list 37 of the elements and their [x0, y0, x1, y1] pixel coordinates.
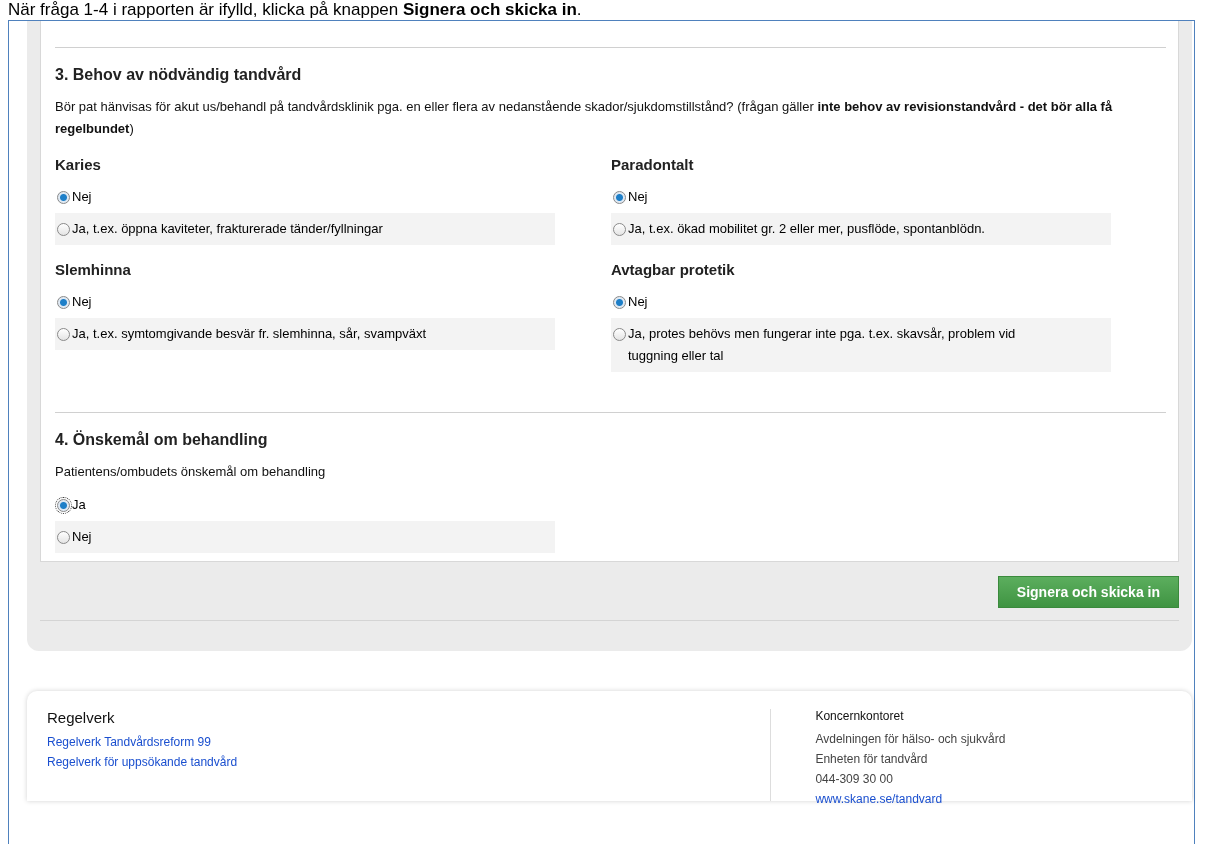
- radio-button[interactable]: [57, 328, 70, 341]
- radio-option[interactable]: Ja: [55, 489, 555, 521]
- radio-option[interactable]: Nej: [55, 521, 555, 553]
- footer-heading: Regelverk: [47, 709, 116, 726]
- footer-link[interactable]: Regelverk Tandvårdsreform 99: [47, 732, 771, 752]
- radio-option[interactable]: Ja, t.ex. ökad mobilitet gr. 2 eller mer, pusflöde, spontanblödn.: [611, 213, 1111, 245]
- group-title: Slemhinna: [55, 260, 132, 280]
- radio-button[interactable]: [613, 191, 626, 204]
- radio-option[interactable]: Ja, t.ex. öppna kaviteter, frakturerade tänder/fyllningar: [55, 213, 555, 245]
- radio-option[interactable]: Ja, t.ex. symtomgivande besvär fr. slemhinna, sår, svampväxt: [55, 318, 555, 350]
- radio-button[interactable]: [57, 499, 70, 512]
- radio-option[interactable]: Nej: [611, 286, 1111, 318]
- section-title: 4. Önskemål om behandling: [55, 431, 269, 449]
- radio-button[interactable]: [613, 328, 626, 341]
- group-title: Paradontalt: [611, 155, 695, 175]
- radio-option[interactable]: Nej: [55, 286, 555, 318]
- question-text: Patientens/ombudets önskemål om behandling: [55, 463, 327, 481]
- footer-text: Avdelningen för hälso- och sjukvård: [815, 731, 1007, 748]
- footer-heading: Koncernkontoret: [815, 709, 905, 723]
- radio-button[interactable]: [57, 223, 70, 236]
- footer-link[interactable]: Regelverk för uppsökande tandvård: [47, 752, 771, 772]
- group-title: Avtagbar protetik: [611, 260, 736, 280]
- footer-text: 044-309 30 00: [815, 771, 894, 788]
- section-title: 3. Behov av nödvändig tandvård: [55, 66, 303, 84]
- radio-button[interactable]: [57, 191, 70, 204]
- radio-option[interactable]: Nej: [55, 181, 555, 213]
- footer-text: Enheten för tandvård: [815, 751, 929, 768]
- radio-option[interactable]: Ja, protes behövs men fungerar inte pga. t.ex. skavsår, problem vid tuggning eller tal: [611, 318, 1111, 372]
- radio-option[interactable]: Nej: [611, 181, 1111, 213]
- radio-button[interactable]: [613, 223, 626, 236]
- radio-button[interactable]: [57, 531, 70, 544]
- document-caption: När fråga 1-4 i rapporten är ifylld, klicka på knappen Signera och skicka in.: [7, 0, 583, 20]
- footer-link[interactable]: www.skane.se/tandvard: [815, 789, 1192, 809]
- group-title: Karies: [55, 155, 102, 175]
- radio-button[interactable]: [613, 296, 626, 309]
- radio-button[interactable]: [57, 296, 70, 309]
- question-text: Bör pat hänvisas för akut us/behandl på tandvårdsklinik pga. en eller flera av nedanstående skador/sjukdomstillstånd? (frågan gäller inte behov av revisionstandvård - det bör alla få regelbundet): [55, 98, 1114, 138]
